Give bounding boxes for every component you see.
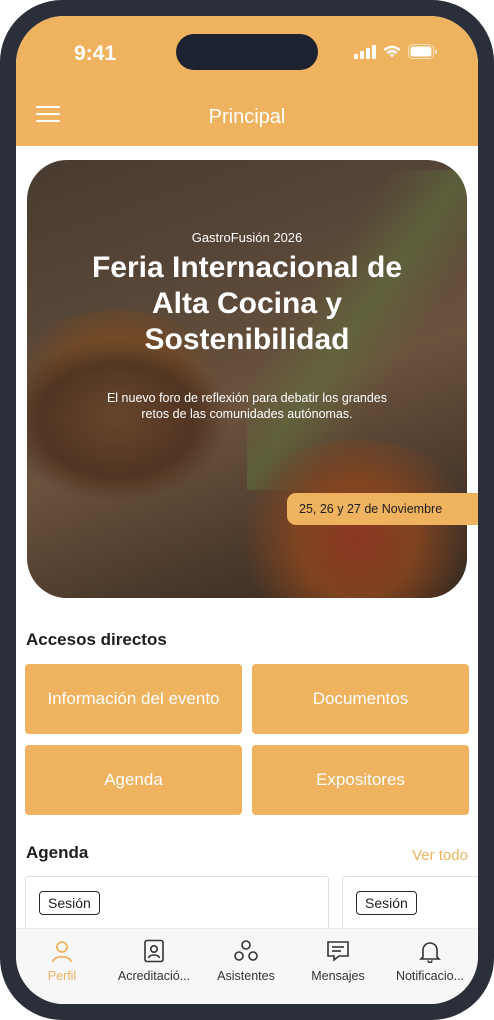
event-date-badge: 25, 26 y 27 de Noviembre: [287, 493, 478, 525]
system-icons: [354, 44, 438, 59]
event-title: Feria Internacional de Alta Cocina y Sos…: [91, 251, 403, 356]
tab-profile[interactable]: Perfil: [16, 937, 108, 983]
session-tag: Sesión: [356, 891, 417, 915]
signal-icon: [354, 44, 376, 59]
user-icon: [16, 937, 108, 965]
tab-label: Perfil: [47, 969, 77, 983]
status-time: 9:41: [74, 42, 117, 65]
tab-notifications[interactable]: Notificacio...: [384, 937, 476, 983]
event-description: El nuevo foro de reflexión para debatir …: [106, 391, 388, 421]
page-title: Principal: [208, 106, 286, 128]
bell-icon: [384, 937, 476, 965]
bottom-tab-bar: Perfil Acreditació... Asistentes Mensaje…: [16, 928, 478, 1004]
tab-label: Mensajes: [311, 969, 365, 983]
shortcuts-title: Accesos directos: [26, 630, 167, 649]
agenda-title: Agenda: [26, 843, 89, 862]
tab-attendees[interactable]: Asistentes: [200, 937, 292, 983]
shortcut-documents-button[interactable]: Documentos: [252, 664, 469, 734]
shortcut-agenda-button[interactable]: Agenda: [25, 745, 242, 815]
status-bar: 9:41: [16, 16, 478, 88]
agenda-see-all-link[interactable]: Ver todo: [412, 847, 468, 864]
battery-icon: [408, 44, 437, 59]
people-icon: [200, 937, 292, 965]
message-icon: [292, 937, 384, 965]
dynamic-island: [176, 34, 318, 70]
screen: 9:41 Principal GastroFusión 2026 Feria I…: [16, 16, 478, 1004]
shortcut-event-info-button[interactable]: Información del evento: [25, 664, 242, 734]
wifi-icon: [383, 45, 401, 58]
shortcut-exhibitors-button[interactable]: Expositores: [252, 745, 469, 815]
session-tag: Sesión: [39, 891, 100, 915]
event-brand: GastroFusión 2026: [191, 230, 303, 245]
hero-overlay: [27, 160, 467, 598]
top-nav-bar: Principal: [16, 88, 478, 146]
phone-frame: 9:41 Principal GastroFusión 2026 Feria I…: [0, 0, 494, 1020]
tab-label: Asistentes: [217, 969, 275, 983]
badge-icon: [108, 937, 200, 965]
tab-accreditation[interactable]: Acreditació...: [108, 937, 200, 983]
event-hero-banner[interactable]: GastroFusión 2026 Feria Internacional de…: [27, 160, 467, 598]
tab-messages[interactable]: Mensajes: [292, 937, 384, 983]
tab-label: Acreditació...: [117, 969, 191, 983]
tab-label: Notificacio...: [395, 969, 465, 983]
